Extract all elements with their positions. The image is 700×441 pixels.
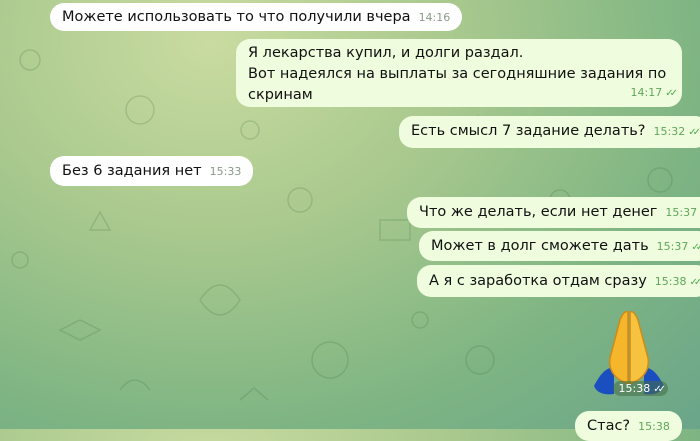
message-time: 14:16 (418, 11, 451, 24)
message-text: Что же делать, если нет денег (419, 204, 658, 220)
message-time-wrap: 15:37✓✓ (657, 236, 700, 258)
message-line: скринам (248, 87, 313, 103)
message-time-wrap: 15:32 ✓✓ (653, 121, 700, 143)
message-time: 15:37 (665, 206, 698, 219)
message-text: Может в долг сможете дать (431, 238, 649, 254)
outgoing-message[interactable]: Может в долг сможете дать 15:37 ✓✓ (419, 231, 700, 261)
message-text: А я с заработка отдам сразу (429, 273, 647, 289)
message-text: Есть смысл 7 задание делать? (411, 123, 646, 139)
message-time-wrap: 15:38 ✓✓ (654, 271, 700, 293)
message-time: 15:38 (638, 420, 670, 433)
message-time-wrap: 15:37✓✓ (665, 202, 700, 224)
incoming-message[interactable]: Можете использовать то что получили вчер… (50, 3, 463, 31)
incoming-message[interactable]: Без 6 задания нет 15:33 (50, 156, 254, 186)
message-time: 15:38 (654, 275, 687, 288)
message-time: 14:17 (630, 86, 663, 99)
message-text: Можете использовать то что получили вчер… (62, 9, 411, 25)
emoji-message[interactable]: 15:38 ✓✓ (584, 306, 674, 400)
read-checkmarks-icon: ✓✓ (665, 88, 678, 99)
read-checkmarks-icon: ✓✓ (691, 242, 700, 253)
message-time: 15:38 (618, 382, 651, 395)
outgoing-message[interactable]: Я лекарства купил, и долги раздал. Вот н… (236, 39, 682, 107)
message-time: 15:33 (209, 165, 242, 178)
read-checkmarks-icon: ✓✓ (688, 127, 700, 138)
message-line: Вот надеялся на выплаты за сегодняшние з… (248, 66, 667, 82)
message-line: Я лекарства купил, и долги раздал. (248, 45, 524, 61)
message-time: 15:37 (656, 240, 689, 253)
message-text: Без 6 задания нет (62, 163, 202, 179)
outgoing-message[interactable]: А я с заработка отдам сразу 15:38 ✓✓ (417, 265, 700, 297)
message-time-wrap: 15:38 ✓✓ (612, 381, 668, 396)
read-checkmarks-icon: ✓✓ (689, 277, 700, 288)
read-checkmarks-icon: ✓✓ (653, 384, 666, 395)
message-text: Стас? (587, 418, 631, 434)
outgoing-message[interactable]: Есть смысл 7 задание делать? 15:32 ✓✓ (399, 116, 700, 148)
outgoing-message[interactable]: Что же делать, если нет денег 15:37✓✓ (407, 197, 700, 228)
outgoing-message[interactable]: Стас? 15:38 (575, 411, 682, 441)
message-time: 15:32 (653, 125, 686, 138)
message-time-wrap: 14:17 ✓✓ (630, 82, 678, 104)
